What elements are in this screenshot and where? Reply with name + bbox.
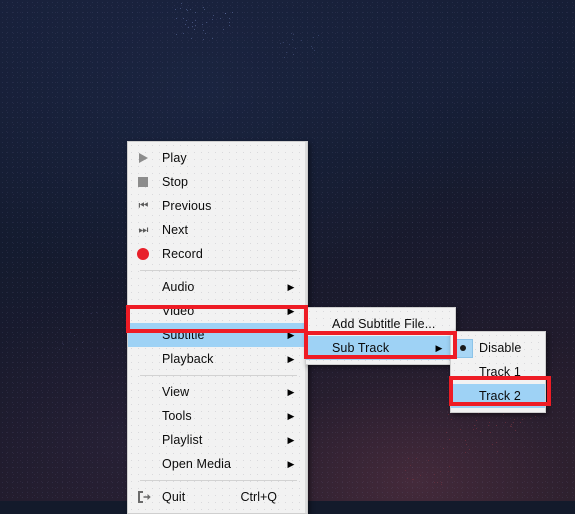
menu-separator <box>140 375 297 376</box>
menu-item-label: View <box>162 385 190 399</box>
menu-item-next[interactable]: ⏭ Next <box>128 218 307 242</box>
radio-selected-icon <box>451 338 475 358</box>
track-item-disable[interactable]: Disable <box>451 336 545 360</box>
menu-item-label: Subtitle <box>162 328 205 342</box>
menu-item-playlist[interactable]: Playlist ▶ <box>128 428 307 452</box>
subtitle-item-add-subtitle-file[interactable]: Add Subtitle File... <box>306 312 455 336</box>
menu-item-label: Track 2 <box>479 389 521 403</box>
menu-item-label: Quit <box>162 490 186 504</box>
menu-item-previous[interactable]: ⏮ Previous <box>128 194 307 218</box>
menu-item-tools[interactable]: Tools ▶ <box>128 404 307 428</box>
exit-icon <box>128 490 158 504</box>
menu-separator <box>140 480 297 481</box>
menu-item-label: Audio <box>162 280 195 294</box>
context-menu-body: Play Stop ⏮ Previous ⏭ Next Record Audio ▶ Video ▶… <box>128 146 307 509</box>
menu-item-label: Record <box>162 247 203 261</box>
menu-item-record[interactable]: Record <box>128 242 307 266</box>
menu-item-playback[interactable]: Playback ▶ <box>128 347 307 371</box>
menu-item-label: Video <box>162 304 195 318</box>
menu-item-video[interactable]: Video ▶ <box>128 299 307 323</box>
submenu-arrow-icon: ▶ <box>287 329 295 340</box>
menu-item-label: Play <box>162 151 187 165</box>
submenu-arrow-icon: ▶ <box>287 410 295 421</box>
subtitle-submenu-body: Add Subtitle File... Sub Track ▶ <box>306 312 455 360</box>
sub-track-submenu[interactable]: Disable Track 1 Track 2 <box>450 331 546 413</box>
next-icon: ⏭ <box>138 223 149 236</box>
menu-item-open-media[interactable]: Open Media ▶ <box>128 452 307 476</box>
play-icon <box>128 153 158 163</box>
submenu-arrow-icon: ▶ <box>287 434 295 445</box>
track-item-track-2[interactable]: Track 2 <box>451 384 545 408</box>
sub-track-submenu-body: Disable Track 1 Track 2 <box>451 336 545 408</box>
track-item-track-1[interactable]: Track 1 <box>451 360 545 384</box>
submenu-arrow-icon: ▶ <box>287 458 295 469</box>
submenu-arrow-icon: ▶ <box>287 353 295 364</box>
menu-item-audio[interactable]: Audio ▶ <box>128 275 307 299</box>
stop-icon <box>128 177 158 187</box>
menu-item-label: Sub Track <box>332 341 390 355</box>
subtitle-submenu[interactable]: Add Subtitle File... Sub Track ▶ <box>305 307 456 365</box>
menu-item-label: Stop <box>162 175 189 189</box>
menu-item-label: Disable <box>479 341 522 355</box>
menu-item-label: Previous <box>162 199 212 213</box>
menu-item-view[interactable]: View ▶ <box>128 380 307 404</box>
menu-item-label: Playback <box>162 352 214 366</box>
previous-icon: ⏮ <box>138 199 149 212</box>
submenu-arrow-icon: ▶ <box>287 386 295 397</box>
subtitle-item-sub-track[interactable]: Sub Track ▶ <box>306 336 455 360</box>
menu-item-label: Next <box>162 223 189 237</box>
menu-item-subtitle[interactable]: Subtitle ▶ <box>128 323 307 347</box>
record-icon <box>128 248 158 260</box>
menu-item-quit[interactable]: Quit Ctrl+Q <box>128 485 307 509</box>
menu-item-play[interactable]: Play <box>128 146 307 170</box>
submenu-arrow-icon: ▶ <box>287 305 295 316</box>
submenu-arrow-icon: ▶ <box>435 342 443 353</box>
menu-item-label: Open Media <box>162 457 232 471</box>
menu-item-label: Add Subtitle File... <box>332 317 436 331</box>
menu-item-label: Tools <box>162 409 192 423</box>
menu-item-stop[interactable]: Stop <box>128 170 307 194</box>
menu-item-label: Playlist <box>162 433 203 447</box>
media-player-context-menu[interactable]: Play Stop ⏮ Previous ⏭ Next Record Audio ▶ Video ▶… <box>127 141 308 514</box>
menu-item-shortcut: Ctrl+Q <box>240 490 277 504</box>
menu-item-label: Track 1 <box>479 365 521 379</box>
submenu-arrow-icon: ▶ <box>287 281 295 292</box>
menu-separator <box>140 270 297 271</box>
